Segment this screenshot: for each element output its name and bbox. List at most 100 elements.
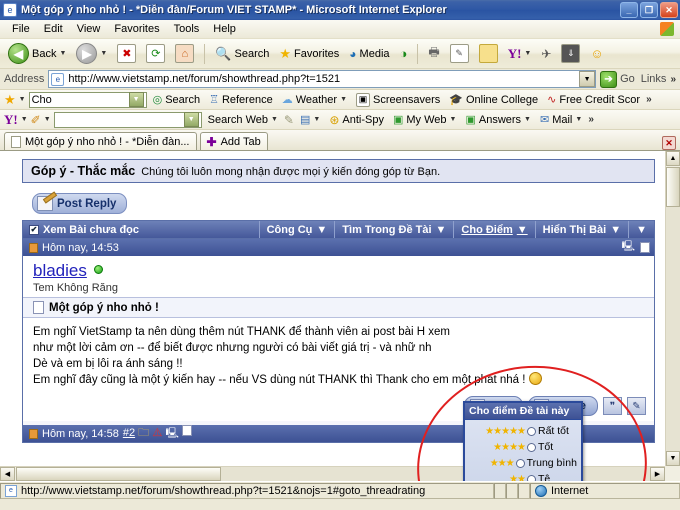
yahoo-credit-score-button[interactable]: ∿ Free Credit Scor bbox=[544, 92, 643, 107]
rating-dropdown-popup[interactable]: Cho điểm Đề tài này ★★★★★ Rất tốt ★★★★ T… bbox=[463, 401, 583, 481]
yahoo-search-button[interactable]: ◎ Search bbox=[150, 92, 203, 107]
print-button[interactable]: 🖶 bbox=[424, 41, 443, 66]
search-button[interactable]: 🔍 Search bbox=[211, 44, 273, 64]
download-button[interactable]: ⇓ bbox=[557, 42, 584, 65]
media-button[interactable]: ◕ Media bbox=[345, 45, 393, 63]
scroll-right-arrow-icon[interactable]: ▶ bbox=[650, 467, 665, 481]
yahoo-web-search-input[interactable]: ▼ bbox=[53, 111, 202, 128]
post-1-username[interactable]: bladies bbox=[33, 261, 87, 280]
notes-button[interactable] bbox=[475, 42, 502, 65]
rating-radio-2[interactable] bbox=[527, 474, 536, 481]
vertical-scroll-thumb[interactable] bbox=[666, 167, 680, 207]
close-button[interactable]: ✕ bbox=[660, 2, 678, 18]
folder-icon[interactable]: 🗀 bbox=[138, 427, 149, 439]
yahoo-logo-chevron-down-icon[interactable]: ▼ bbox=[21, 116, 28, 123]
yahoo-search-input[interactable]: Cho ▼ bbox=[28, 91, 147, 108]
address-input[interactable]: e http://www.vietstamp.net/forum/showthr… bbox=[48, 70, 597, 88]
search-web-button[interactable]: Search Web ▼ bbox=[205, 113, 281, 127]
horizontal-scroll-thumb[interactable] bbox=[16, 467, 221, 481]
home-button[interactable]: ⌂ bbox=[171, 42, 198, 65]
scroll-up-arrow-icon[interactable]: ▲ bbox=[666, 151, 680, 166]
display-modes-menu[interactable]: Hiển Thị Bài ▼ bbox=[534, 221, 628, 238]
vertical-scroll-track[interactable] bbox=[666, 207, 680, 451]
post-reply-button[interactable]: Post Reply bbox=[32, 193, 128, 214]
pc-icon[interactable]: 🖳 bbox=[622, 239, 635, 256]
mail-button[interactable]: ✉ Mail ▼ bbox=[537, 112, 585, 127]
menu-item-file[interactable]: File bbox=[5, 21, 37, 37]
menu-item-view[interactable]: View bbox=[70, 21, 108, 37]
search-web-chevron-down-icon[interactable]: ▼ bbox=[271, 116, 278, 123]
post-number-box-icon[interactable] bbox=[640, 242, 650, 253]
menu-item-edit[interactable]: Edit bbox=[37, 21, 70, 37]
mail-chevron-down-icon[interactable]: ▼ bbox=[575, 116, 582, 123]
bookmark-star-icon[interactable]: ★ bbox=[4, 92, 16, 108]
extra-menu[interactable]: ▼ bbox=[628, 221, 654, 238]
rating-radio-4[interactable] bbox=[527, 442, 536, 452]
address-overflow-chevron-icon[interactable]: » bbox=[670, 74, 676, 85]
highlighter-pen-icon[interactable]: ✐ bbox=[31, 113, 41, 127]
maximize-button[interactable]: ❐ bbox=[640, 2, 658, 18]
rating-option-row[interactable]: ★★★★ Tốt bbox=[469, 439, 577, 455]
links-label[interactable]: Links bbox=[641, 73, 667, 85]
add-tab-button[interactable]: ✚ Add Tab bbox=[199, 132, 268, 150]
stop-button[interactable]: ✖ bbox=[113, 42, 140, 65]
smiley-button[interactable]: ☺ bbox=[586, 44, 607, 63]
unread-posts-toggle[interactable]: ✔ Xem Bài chưa đọc bbox=[23, 221, 259, 238]
rating-option-row[interactable]: ★★ Tệ bbox=[469, 471, 577, 481]
favorites-button[interactable]: ★ Favorites bbox=[275, 44, 343, 64]
minimize-button[interactable]: _ bbox=[620, 2, 638, 18]
thread-tools-menu[interactable]: Công Cụ ▼ bbox=[258, 221, 335, 238]
address-dropdown-icon[interactable]: ▼ bbox=[579, 71, 596, 87]
post-2-number[interactable]: #2 bbox=[123, 427, 135, 439]
search-thread-menu[interactable]: Tìm Trong Đề Tài ▼ bbox=[334, 221, 453, 238]
edit-button[interactable]: ✎ bbox=[446, 42, 473, 65]
weather-chevron-down-icon[interactable]: ▼ bbox=[340, 96, 347, 103]
menu-item-help[interactable]: Help bbox=[206, 21, 243, 37]
answers-button[interactable]: ▣ Answers ▼ bbox=[462, 112, 534, 127]
yahoo-logo-icon[interactable]: Y! bbox=[4, 112, 18, 128]
go-button[interactable]: ➔ Go bbox=[600, 70, 635, 88]
answers-chevron-down-icon[interactable]: ▼ bbox=[524, 116, 531, 123]
quick-reply-button[interactable]: ✎ bbox=[627, 397, 646, 415]
tab-close-icon[interactable]: ✕ bbox=[662, 136, 676, 150]
popup-blocker-button[interactable]: ▤ ▼ bbox=[297, 112, 323, 127]
forward-button[interactable]: ▶ ▼ bbox=[72, 41, 111, 66]
scroll-down-arrow-icon[interactable]: ▼ bbox=[666, 451, 680, 466]
rating-option-row[interactable]: ★★★★★ Rất tốt bbox=[469, 423, 577, 439]
scroll-left-arrow-icon[interactable]: ◀ bbox=[0, 467, 15, 481]
rating-option-row[interactable]: ★★★ Trung bình bbox=[469, 455, 577, 471]
history-button[interactable]: ◑ bbox=[396, 44, 412, 63]
bookmark-chevron-down-icon[interactable]: ▼ bbox=[19, 96, 26, 103]
rate-thread-menu[interactable]: Cho Điểm ▼ bbox=[453, 221, 534, 238]
back-button[interactable]: ◀ Back ▼ bbox=[4, 41, 70, 66]
vertical-scrollbar[interactable]: ▲ ▼ bbox=[665, 151, 680, 466]
yahoo-weather-button[interactable]: ☁ Weather ▼ bbox=[279, 92, 350, 107]
my-web-chevron-down-icon[interactable]: ▼ bbox=[450, 116, 457, 123]
menu-item-tools[interactable]: Tools bbox=[167, 21, 207, 37]
yahoo-row2-overflow-chevron-icon[interactable]: » bbox=[588, 114, 594, 125]
post-2-box-icon[interactable] bbox=[181, 425, 192, 436]
yahoo-search-dropdown-icon[interactable]: ▼ bbox=[128, 92, 144, 107]
marker-icon[interactable]: ✎ bbox=[284, 113, 294, 127]
rating-radio-5[interactable] bbox=[527, 426, 536, 436]
multiquote-button[interactable]: ❞ bbox=[603, 397, 622, 415]
yahoo-screensavers-button[interactable]: ▣ Screensavers bbox=[353, 92, 443, 108]
pen-chevron-down-icon[interactable]: ▼ bbox=[44, 116, 51, 123]
warning-icon[interactable]: ⚠ bbox=[152, 427, 162, 439]
yahoo-row1-overflow-chevron-icon[interactable]: » bbox=[646, 94, 652, 105]
blocker-chevron-down-icon[interactable]: ▼ bbox=[313, 116, 320, 123]
messenger-button[interactable]: ✈ bbox=[537, 45, 555, 63]
menu-item-favorites[interactable]: Favorites bbox=[107, 21, 166, 37]
back-chevron-down-icon[interactable]: ▼ bbox=[59, 50, 66, 57]
refresh-button[interactable]: ⟳ bbox=[142, 42, 169, 65]
horizontal-scroll-track[interactable] bbox=[221, 467, 650, 481]
yahoo-reference-button[interactable]: ♖ Reference bbox=[206, 92, 276, 107]
anti-spy-button[interactable]: ⊛ Anti-Spy bbox=[326, 112, 387, 128]
pc-icon-2[interactable]: 🖳 bbox=[165, 428, 178, 439]
yahoo-toolbar-button[interactable]: Y! ▼ bbox=[504, 44, 536, 64]
browser-tab-active[interactable]: Một góp ý nho nhỏ ! - *Diễn đàn... bbox=[4, 132, 197, 150]
yahoo-online-college-button[interactable]: 🎓 Online College bbox=[446, 92, 541, 107]
my-web-button[interactable]: ▣ My Web ▼ bbox=[390, 112, 459, 127]
rating-radio-3[interactable] bbox=[515, 458, 525, 468]
yahoo-web-search-dropdown-icon[interactable]: ▼ bbox=[183, 112, 199, 127]
